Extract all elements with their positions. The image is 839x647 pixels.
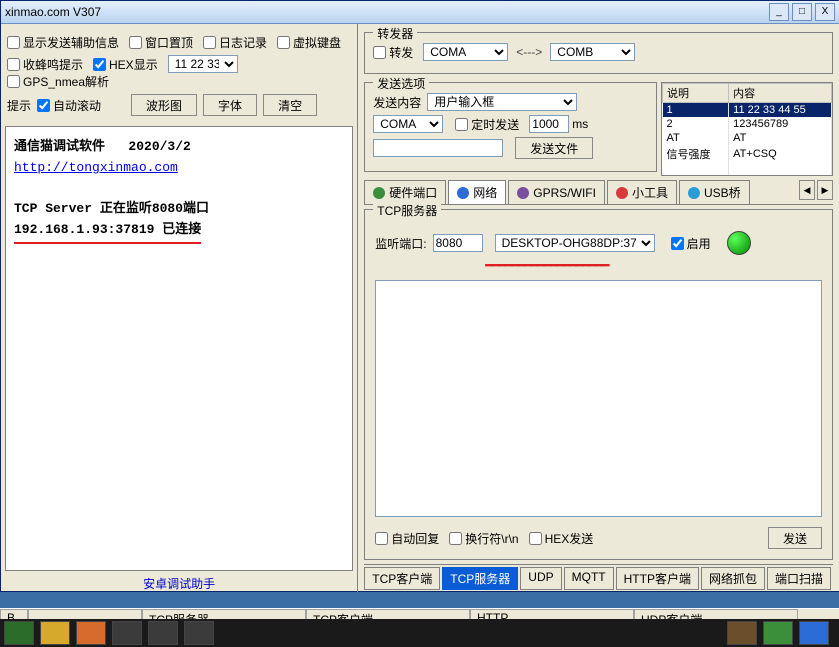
table-row[interactable]: ATAT: [663, 131, 832, 145]
log-textarea[interactable]: 通信猫调试软件 2020/3/2 http://tongxinmao.com T…: [5, 126, 353, 571]
arrow-label: <--->: [516, 45, 542, 59]
globe-icon: [457, 187, 469, 199]
host-select[interactable]: DESKTOP-OHG88DP:3781: [495, 234, 655, 252]
send-port-select[interactable]: COMA: [373, 115, 443, 133]
task-item[interactable]: [763, 621, 793, 645]
forward-group: 转发器 转发 COMA <---> COMB: [364, 32, 833, 74]
subtab-tcp-server[interactable]: TCP服务器: [442, 567, 518, 590]
task-item[interactable]: [184, 621, 214, 645]
font-button[interactable]: 字体: [203, 94, 257, 116]
task-item[interactable]: [40, 621, 70, 645]
forward-checkbox[interactable]: 转发: [373, 44, 413, 61]
minimize-button[interactable]: _: [769, 3, 789, 21]
task-item[interactable]: [76, 621, 106, 645]
table-row[interactable]: 111 22 33 44 55: [663, 103, 832, 118]
timed-interval-input[interactable]: [529, 115, 569, 133]
log-rec-checkbox[interactable]: 日志记录: [203, 34, 267, 51]
virt-kbd-checkbox[interactable]: 虚拟键盘: [277, 34, 341, 51]
win-top-checkbox[interactable]: 窗口置顶: [129, 34, 193, 51]
tcp-send-textarea[interactable]: [375, 280, 822, 517]
tab-usb-bridge[interactable]: USB桥: [679, 180, 750, 204]
listen-port-input[interactable]: [433, 234, 483, 252]
maximize-button[interactable]: □: [792, 3, 812, 21]
tip-label: 提示: [7, 97, 31, 114]
clear-button[interactable]: 清空: [263, 94, 317, 116]
tcp-server-group: TCP服务器 监听端口: DESKTOP-OHG88DP:3781 启用: [364, 209, 833, 560]
status-led-icon: [727, 231, 751, 255]
table-row[interactable]: 2123456789: [663, 117, 832, 131]
close-button[interactable]: X: [815, 3, 835, 21]
subtab-udp[interactable]: UDP: [520, 567, 561, 590]
titlebar: xinmao.com V307 _ □ X: [1, 1, 839, 24]
port-icon: [373, 187, 385, 199]
send-group: 发送选项 发送内容 用户输入框 COMA 定时发送 ms: [364, 82, 657, 172]
timed-send-checkbox[interactable]: 定时发送: [455, 116, 519, 133]
gps-checkbox[interactable]: GPS_nmea解析: [7, 73, 109, 90]
newline-checkbox[interactable]: 换行符\r\n: [449, 530, 518, 547]
homepage-link[interactable]: http://tongxinmao.com: [14, 160, 178, 175]
send-content-select[interactable]: 用户输入框: [427, 93, 577, 111]
table-row[interactable]: 信号强度AT+CSQ: [663, 145, 832, 163]
send-file-input[interactable]: [373, 139, 503, 157]
wifi-icon: [517, 187, 529, 199]
subtab-http-client[interactable]: HTTP客户端: [616, 567, 699, 590]
beep-checkbox[interactable]: 收蜂鸣提示: [7, 56, 83, 73]
subtab-port-scan[interactable]: 端口扫描: [767, 567, 831, 590]
forward-right-select[interactable]: COMB: [550, 43, 635, 61]
forward-left-select[interactable]: COMA: [423, 43, 508, 61]
tab-hardware-port[interactable]: 硬件端口: [364, 180, 446, 204]
hex-send-checkbox[interactable]: HEX发送: [529, 530, 594, 547]
tab-scroll-left[interactable]: ◀: [799, 180, 815, 200]
subtab-pcap[interactable]: 网络抓包: [701, 567, 765, 590]
hex-format-select[interactable]: 11 22 33: [168, 55, 238, 73]
task-item[interactable]: [799, 621, 829, 645]
preset-table[interactable]: 说明内容 111 22 33 44 55 2123456789 ATAT 信号强…: [661, 82, 833, 176]
subtab-mqtt[interactable]: MQTT: [564, 567, 614, 590]
auto-scroll-checkbox[interactable]: 自动滚动: [37, 97, 101, 114]
tab-scroll-right[interactable]: ▶: [817, 180, 833, 200]
table-row[interactable]: [663, 163, 832, 176]
taskbar: [0, 619, 839, 647]
tab-network[interactable]: 网络: [448, 180, 506, 204]
usb-icon: [688, 187, 700, 199]
hex-disp-checkbox[interactable]: HEX显示: [93, 56, 158, 73]
enable-checkbox[interactable]: 启用: [671, 235, 711, 252]
tool-icon: [616, 187, 628, 199]
show-aux-checkbox[interactable]: 显示发送辅助信息: [7, 34, 119, 51]
send-file-button[interactable]: 发送文件: [515, 137, 593, 159]
task-item[interactable]: [148, 621, 178, 645]
task-item[interactable]: [727, 621, 757, 645]
subtab-tcp-client[interactable]: TCP客户端: [364, 567, 440, 590]
task-item[interactable]: [4, 621, 34, 645]
wave-button[interactable]: 波形图: [131, 94, 197, 116]
task-item[interactable]: [112, 621, 142, 645]
window-title: xinmao.com V307: [5, 5, 101, 19]
tab-gprs-wifi[interactable]: GPRS/WIFI: [508, 180, 605, 204]
tcp-send-button[interactable]: 发送: [768, 527, 822, 549]
auto-reply-checkbox[interactable]: 自动回复: [375, 530, 439, 547]
annotation-mark: ━━━━━━━━━━━━━━━━━━━: [485, 257, 822, 274]
network-subtabs: TCP客户端 TCP服务器 UDP MQTT HTTP客户端 网络抓包 端口扫描: [364, 564, 833, 590]
android-helper-link[interactable]: 安卓调试助手: [1, 575, 357, 592]
tab-tools[interactable]: 小工具: [607, 180, 677, 204]
